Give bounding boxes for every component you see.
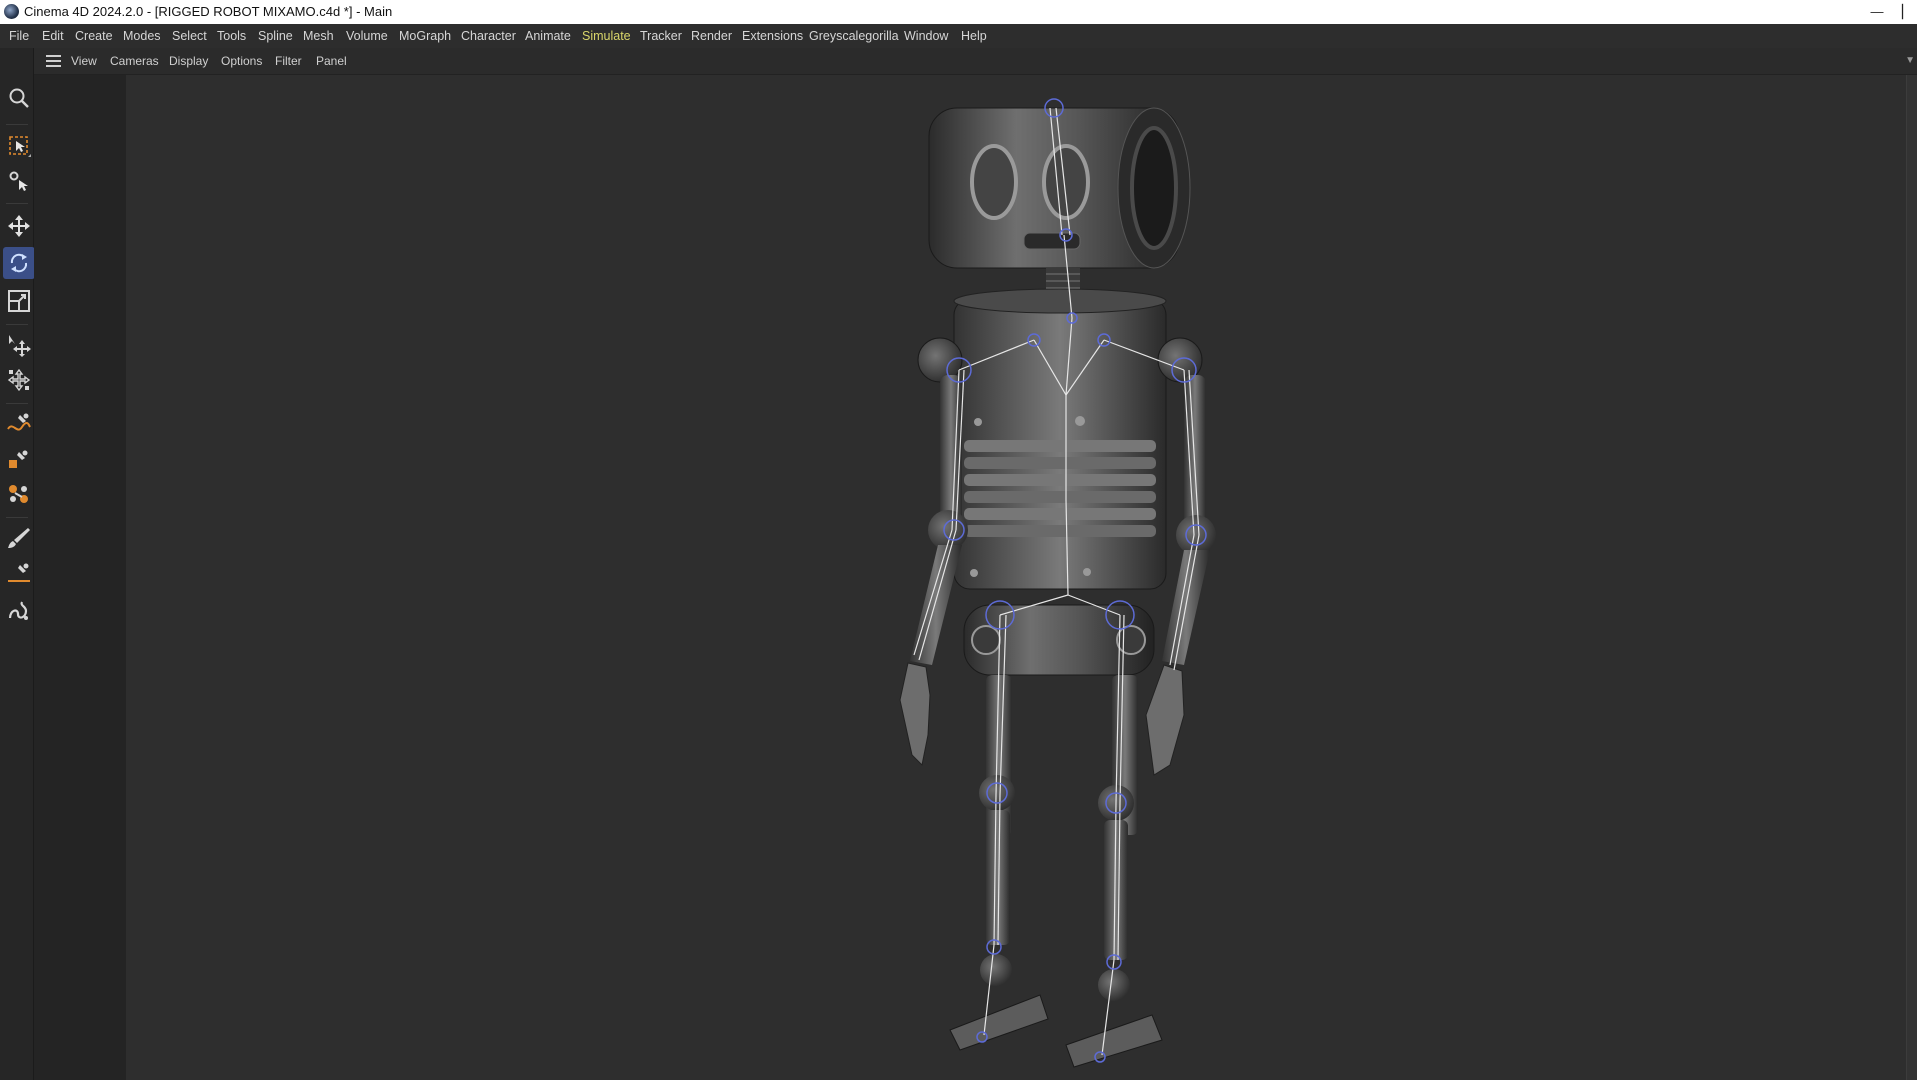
main-menu-bar: File Edit Create Modes Select Tools Spli…: [0, 24, 1917, 48]
viewport-menu-filter[interactable]: Filter: [275, 48, 302, 74]
3d-viewport[interactable]: [34, 75, 1917, 1080]
robot-pelvis: [963, 604, 1155, 676]
robot-right-leg: [1065, 675, 1163, 1068]
spline-pen-button[interactable]: [3, 408, 35, 440]
rotate-button[interactable]: [3, 247, 35, 279]
rotate-icon: [10, 253, 28, 273]
live-selection-button[interactable]: [3, 130, 35, 162]
viewport-menu-bar: View Cameras Display Options Filter Pane…: [34, 48, 1917, 75]
tool-palette: [0, 48, 35, 1080]
viewport-menu-view[interactable]: View: [71, 48, 97, 74]
spline-mix-icon: [9, 485, 28, 503]
menu-character[interactable]: Character: [461, 24, 516, 48]
menu-help[interactable]: Help: [961, 24, 987, 48]
knife-line-button[interactable]: [3, 558, 35, 590]
menu-render[interactable]: Render: [691, 24, 732, 48]
menu-mograph[interactable]: MoGraph: [399, 24, 451, 48]
menu-tracker[interactable]: Tracker: [640, 24, 682, 48]
menu-animate[interactable]: Animate: [525, 24, 571, 48]
chevron-down-icon[interactable]: ▼: [1905, 48, 1915, 74]
sketch-brush-button[interactable]: [3, 595, 35, 627]
minimize-button[interactable]: —: [1857, 0, 1897, 24]
menu-volume[interactable]: Volume: [346, 24, 388, 48]
transform-button[interactable]: [3, 364, 35, 396]
transfer-move-icon: [9, 335, 31, 357]
spline-sketch-button[interactable]: [3, 443, 35, 475]
paint-brush-icon: [8, 528, 30, 548]
menu-create[interactable]: Create: [75, 24, 113, 48]
knife-line-icon: [8, 563, 30, 582]
search-button[interactable]: [3, 82, 35, 114]
menu-edit[interactable]: Edit: [42, 24, 64, 48]
select-tool-button[interactable]: [3, 165, 35, 197]
menu-modes[interactable]: Modes: [123, 24, 161, 48]
viewport-menu-cameras[interactable]: Cameras: [110, 48, 159, 74]
window-titlebar: Cinema 4D 2024.2.0 - [RIGGED ROBOT MIXAM…: [0, 0, 1917, 24]
robot-torso: [953, 288, 1167, 590]
rigged-robot-model[interactable]: [34, 75, 1917, 1080]
sketch-brush-icon: [8, 601, 28, 620]
hamburger-menu-icon[interactable]: [46, 55, 61, 67]
spline-pen-icon: [7, 413, 31, 431]
spline-mix-button[interactable]: [3, 478, 35, 510]
viewport-menu-panel[interactable]: Panel: [316, 48, 347, 74]
live-selection-icon: [9, 136, 31, 157]
spline-sketch-icon: [9, 450, 28, 468]
scale-icon: [8, 290, 30, 312]
menu-spline[interactable]: Spline: [258, 24, 293, 48]
window-title: Cinema 4D 2024.2.0 - [RIGGED ROBOT MIXAM…: [24, 4, 393, 19]
viewport-menu-display[interactable]: Display: [169, 48, 208, 74]
cinema4d-app-icon: [4, 4, 19, 19]
paint-brush-button[interactable]: [3, 522, 35, 554]
transfer-move-button[interactable]: [3, 329, 35, 361]
robot-head: [928, 107, 1191, 269]
menu-extensions[interactable]: Extensions: [742, 24, 803, 48]
menu-window[interactable]: Window: [904, 24, 948, 48]
menu-greyscalegorilla[interactable]: Greyscalegorilla: [809, 24, 899, 48]
menu-tools[interactable]: Tools: [217, 24, 246, 48]
scale-button[interactable]: [3, 285, 35, 317]
menu-simulate[interactable]: Simulate: [582, 24, 631, 48]
select-tool-icon: [9, 171, 28, 191]
menu-file[interactable]: File: [9, 24, 29, 48]
move-icon: [8, 215, 30, 237]
transform-icon: [7, 368, 31, 392]
move-button[interactable]: [3, 210, 35, 242]
menu-select[interactable]: Select: [172, 24, 207, 48]
search-icon: [9, 88, 29, 108]
window-edge-button[interactable]: ▏: [1897, 0, 1917, 24]
viewport-menu-options[interactable]: Options: [221, 48, 262, 74]
menu-mesh[interactable]: Mesh: [303, 24, 334, 48]
